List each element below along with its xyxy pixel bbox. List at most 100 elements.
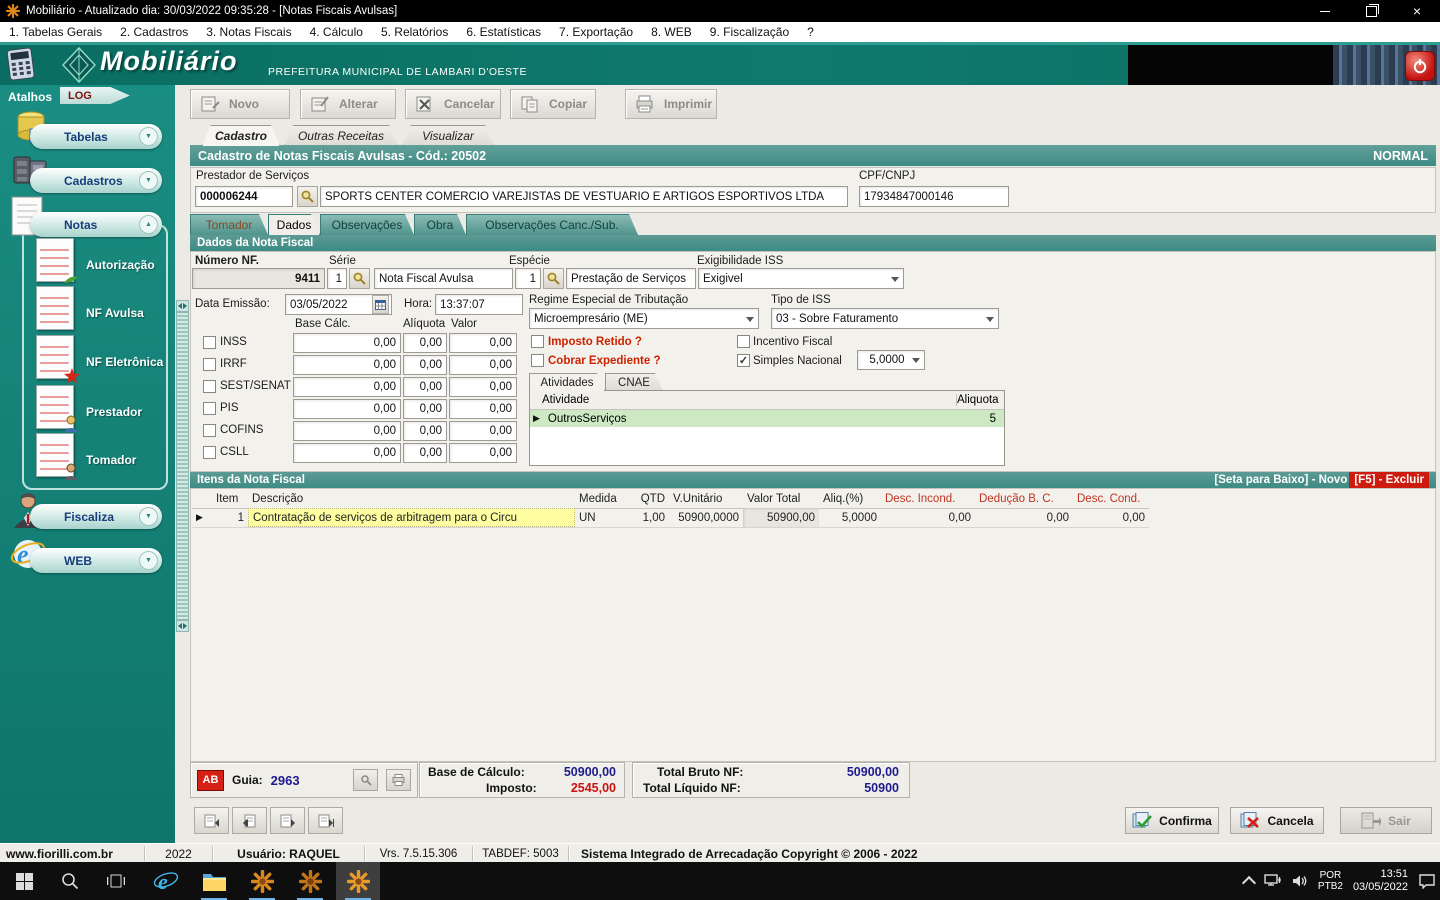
especie-input[interactable]: 1	[515, 268, 541, 289]
cofins-valor-input[interactable]: 0,00	[449, 421, 517, 441]
serie-input[interactable]: 1	[327, 268, 347, 289]
cancelar-button[interactable]: Cancelar	[405, 89, 501, 119]
csll-aliquota-input[interactable]: 0,00	[403, 443, 447, 463]
cofins-aliquota-input[interactable]: 0,00	[403, 421, 447, 441]
sidebar-group-web[interactable]: WEB ▼	[30, 548, 162, 573]
close-button[interactable]: ×	[1394, 0, 1440, 22]
tab-cnae[interactable]: CNAE	[605, 373, 663, 391]
sidebar-group-tabelas[interactable]: Tabelas ▼	[30, 124, 162, 149]
sidebar-group-fiscaliza[interactable]: Fiscaliza ▼	[30, 504, 162, 529]
descricao-cell[interactable]: Contratação de serviços de arbitragem pa…	[248, 508, 575, 527]
pis-base-input[interactable]: 0,00	[293, 399, 401, 419]
item-row[interactable]: ▶ 1 Contratação de serviços de arbitrage…	[192, 508, 1149, 528]
sidebar-item-prestador[interactable]: Prestador	[86, 405, 142, 419]
prestador-search-button[interactable]	[297, 186, 318, 207]
serie-desc-input[interactable]: Nota Fiscal Avulsa	[374, 268, 513, 289]
copiar-button[interactable]: Copiar	[510, 89, 596, 119]
sidebar-item-nf-eletronica[interactable]: NF Eletrônica	[86, 355, 163, 369]
novo-button[interactable]: Novo	[190, 89, 290, 119]
record-prev-button[interactable]	[232, 807, 267, 834]
menu-relatorios[interactable]: 5. Relatórios	[372, 22, 457, 42]
chevron-down-icon[interactable]: ▼	[139, 551, 158, 570]
nf-avulsa-icon[interactable]	[36, 286, 74, 330]
irrf-valor-input[interactable]: 0,00	[449, 355, 517, 375]
tab-obra[interactable]: Obra	[414, 214, 466, 235]
menu-estatisticas[interactable]: 6. Estatísticas	[457, 22, 550, 42]
menu-cadastros[interactable]: 2. Cadastros	[111, 22, 197, 42]
tomador-icon[interactable]	[36, 433, 78, 480]
sest-senat-valor-input[interactable]: 0,00	[449, 377, 517, 397]
alterar-button[interactable]: Alterar	[300, 89, 396, 119]
serie-search-button[interactable]	[349, 268, 370, 289]
pis-aliquota-input[interactable]: 0,00	[403, 399, 447, 419]
splitter-arrows-top[interactable]	[176, 300, 189, 312]
restore-button[interactable]	[1348, 0, 1394, 22]
tab-atividades[interactable]: Atividades	[529, 373, 605, 391]
taskbar-app-2[interactable]	[288, 862, 332, 900]
start-button[interactable]	[2, 862, 46, 900]
taskbar-app-active[interactable]	[336, 862, 380, 900]
atividade-row[interactable]: ▶ OutrosServiços 5	[530, 410, 1004, 427]
tab-visualizar[interactable]: Visualizar	[402, 125, 494, 146]
record-last-button[interactable]	[308, 807, 343, 834]
network-icon[interactable]	[1264, 874, 1282, 888]
sidebar-item-nf-avulsa[interactable]: NF Avulsa	[86, 306, 144, 320]
tab-tomador[interactable]: Tomador	[190, 214, 268, 235]
pis-valor-input[interactable]: 0,00	[449, 399, 517, 419]
nf-eletronica-icon[interactable]	[36, 335, 80, 384]
especie-search-button[interactable]	[543, 268, 564, 289]
pis-checkbox[interactable]	[203, 402, 216, 415]
guia-print-button[interactable]	[386, 769, 411, 791]
cobrar-expediente-checkbox[interactable]	[531, 354, 544, 367]
volume-icon[interactable]	[1292, 874, 1308, 888]
tipo-iss-dropdown[interactable]: 03 - Sobre Faturamento	[771, 308, 999, 329]
language-indicator[interactable]: POR PTB2	[1318, 870, 1343, 892]
simples-nacional-checkbox[interactable]: ✓	[737, 354, 750, 367]
tab-cadastro[interactable]: Cadastro	[202, 125, 280, 146]
cancela-button[interactable]: Cancela	[1230, 807, 1324, 834]
imposto-retido-checkbox[interactable]	[531, 335, 544, 348]
record-first-button[interactable]	[194, 807, 229, 834]
cofins-checkbox[interactable]	[203, 424, 216, 437]
irrf-checkbox[interactable]	[203, 358, 216, 371]
task-view-button[interactable]	[94, 862, 138, 900]
calendar-icon[interactable]	[372, 295, 389, 314]
taskbar-app-1[interactable]	[240, 862, 284, 900]
regime-dropdown[interactable]: Microempresário (ME)	[529, 308, 759, 329]
menu-web[interactable]: 8. WEB	[642, 22, 701, 42]
menu-help[interactable]: ?	[798, 22, 823, 42]
simples-aliquota-dropdown[interactable]: 5,0000	[857, 350, 925, 370]
inss-base-input[interactable]: 0,00	[293, 333, 401, 353]
data-emissao-input[interactable]: 03/05/2022	[285, 294, 392, 315]
tab-observacoes-canc-sub[interactable]: Observações Canc./Sub.	[466, 214, 638, 235]
chevron-up-icon[interactable]: ▲	[139, 215, 158, 234]
vertical-splitter[interactable]	[176, 312, 189, 620]
sair-button[interactable]: Sair	[1340, 807, 1432, 834]
tab-observacoes[interactable]: Observações	[320, 214, 414, 235]
clock[interactable]: 13:51 03/05/2022	[1353, 868, 1408, 894]
sest-senat-aliquota-input[interactable]: 0,00	[403, 377, 447, 397]
irrf-base-input[interactable]: 0,00	[293, 355, 401, 375]
autorizacao-icon[interactable]	[36, 238, 78, 283]
splitter-arrows-bottom[interactable]	[176, 620, 189, 632]
inss-valor-input[interactable]: 0,00	[449, 333, 517, 353]
action-center-icon[interactable]	[1418, 873, 1436, 889]
prestador-icon[interactable]	[36, 385, 78, 432]
cpf-cnpj-input[interactable]: 17934847000146	[859, 186, 1009, 207]
sidebar-item-autorizacao[interactable]: Autorização	[86, 258, 155, 272]
hidden-icons-chevron[interactable]	[1241, 875, 1256, 891]
menu-tabelas-gerais[interactable]: 1. Tabelas Gerais	[0, 22, 111, 42]
sidebar-group-cadastros[interactable]: Cadastros ▼	[30, 168, 162, 193]
sidebar-group-notas[interactable]: Notas ▲	[30, 212, 162, 237]
tab-dados[interactable]: Dados	[268, 214, 320, 235]
taskbar-search-button[interactable]	[48, 862, 92, 900]
menu-notas-fiscais[interactable]: 3. Notas Fiscais	[197, 22, 300, 42]
hora-input[interactable]: 13:37:07	[435, 294, 523, 315]
csll-checkbox[interactable]	[203, 446, 216, 459]
minimize-button[interactable]	[1302, 0, 1348, 22]
numero-nf-input[interactable]: 9411	[192, 268, 325, 289]
menu-calculo[interactable]: 4. Cálculo	[301, 22, 372, 42]
chevron-down-icon[interactable]: ▼	[139, 507, 158, 526]
sest-senat-base-input[interactable]: 0,00	[293, 377, 401, 397]
prestador-code-input[interactable]: 000006244	[195, 186, 293, 207]
